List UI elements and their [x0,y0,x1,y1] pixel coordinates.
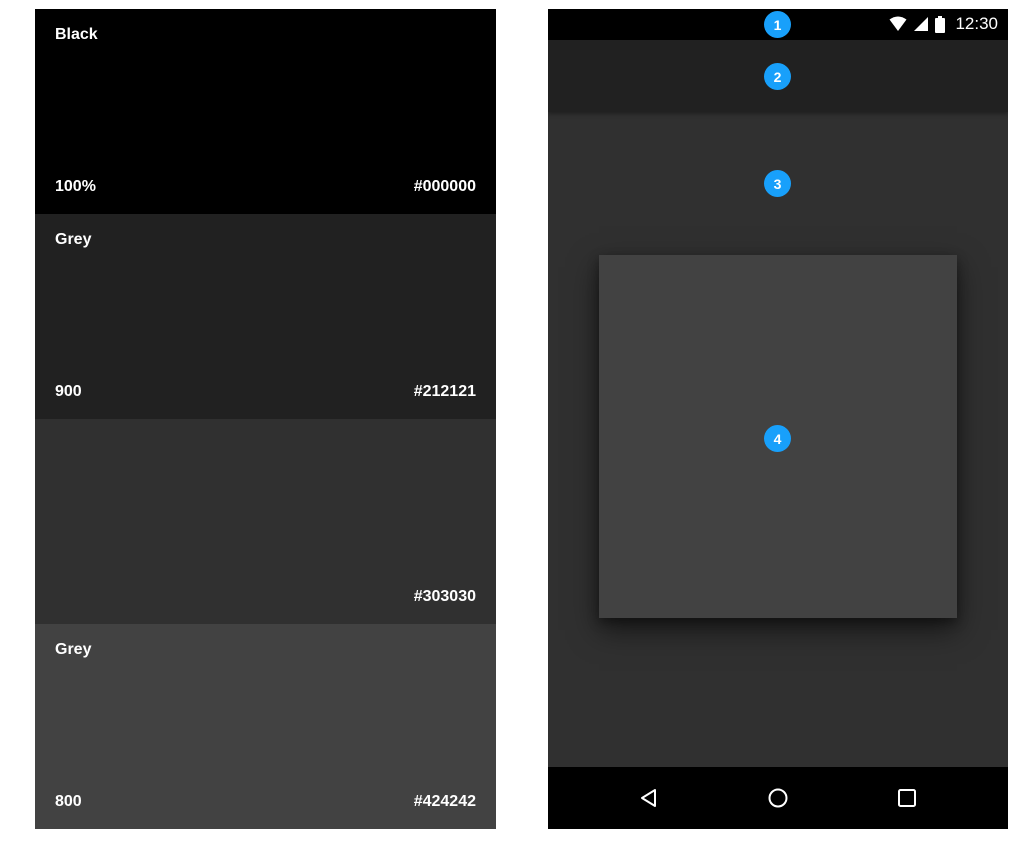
swatch-name: Black [55,26,98,43]
swatch-grey-800: Grey 800 #424242 [35,624,496,829]
color-palette: Black 100% #000000 Grey 900 #212121 #303… [35,9,496,829]
callout-marker-4: 4 [764,425,791,452]
status-icons: 12:30 [889,14,998,34]
phone-mockup: 12:30 1 2 3 4 [548,9,1008,829]
swatch-shade: 800 [55,793,82,810]
back-button[interactable] [636,785,662,811]
wifi-icon [889,16,907,31]
recents-icon [898,789,916,807]
home-icon [768,788,788,808]
swatch-hex: #212121 [413,383,476,400]
swatch-hex: #424242 [413,793,476,810]
swatch-name: Grey [55,231,92,248]
swatch-grey-900: Grey 900 #212121 [35,214,496,419]
navigation-bar [548,767,1008,829]
swatch-name: Grey [55,641,92,658]
cell-signal-icon [914,17,929,31]
swatch-shade: 900 [55,383,82,400]
swatch-hex: #000000 [413,178,476,195]
battery-icon [935,15,946,33]
swatch-shade: 100% [55,178,96,195]
home-button[interactable] [765,785,791,811]
callout-marker-3: 3 [764,170,791,197]
recents-button[interactable] [894,785,920,811]
status-time: 12:30 [955,14,998,33]
swatch-303030: #303030 [35,419,496,624]
callout-marker-1: 1 [764,11,791,38]
callout-marker-2: 2 [764,63,791,90]
swatch-black: Black 100% #000000 [35,9,496,214]
back-icon [641,789,656,807]
swatch-hex: #303030 [413,588,476,605]
